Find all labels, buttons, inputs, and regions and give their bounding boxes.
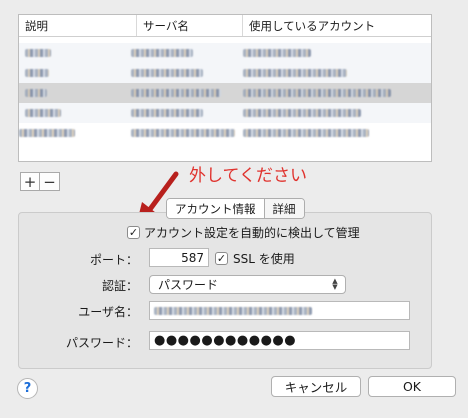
ssl-checkbox[interactable]: ✓ — [215, 252, 228, 265]
redacted-text — [243, 69, 347, 77]
username-field[interactable] — [149, 301, 410, 320]
ok-button[interactable]: OK — [368, 376, 456, 397]
redacted-text — [243, 89, 391, 97]
redacted-text — [154, 307, 312, 315]
select-arrows-icon: ▲ ▼ — [332, 277, 338, 291]
redacted-text — [243, 109, 361, 117]
redacted-text — [131, 69, 203, 77]
table-row[interactable] — [19, 123, 431, 143]
ssl-label: SSL を使用 — [233, 252, 295, 266]
ssl-row: ✓ SSL を使用 — [215, 250, 295, 267]
redacted-text — [25, 109, 61, 117]
tab-account-info[interactable]: アカウント情報 — [167, 199, 264, 218]
auth-select[interactable]: パスワード ▲ ▼ — [149, 275, 346, 294]
table-row[interactable] — [19, 103, 431, 123]
list-add-remove-controls: + − — [20, 172, 60, 191]
redacted-text — [25, 69, 49, 77]
redacted-text — [131, 109, 203, 117]
auto-manage-row: ✓ アカウント設定を自動的に検出して管理 — [127, 224, 360, 241]
auto-manage-label: アカウント設定を自動的に検出して管理 — [144, 226, 360, 240]
column-header-server-name[interactable]: サーバ名 — [137, 15, 243, 36]
password-field[interactable]: ●●●●●●●●●●●● — [149, 331, 410, 350]
smtp-server-table: 説明 サーバ名 使用しているアカウント — [18, 14, 432, 162]
password-value: ●●●●●●●●●●●● — [154, 333, 297, 348]
auth-label: 認証： — [101, 279, 138, 293]
redacted-text — [25, 89, 47, 97]
redacted-text — [131, 49, 193, 57]
tab-advanced[interactable]: 詳細 — [263, 199, 304, 218]
username-label: ユーザ名： — [78, 305, 138, 319]
column-header-account[interactable]: 使用しているアカウント — [243, 15, 431, 36]
port-field[interactable]: 587 — [149, 248, 209, 267]
redacted-text — [131, 129, 235, 137]
table-row[interactable] — [19, 43, 431, 63]
redacted-text — [243, 49, 311, 57]
annotation-text: 外してください — [189, 166, 307, 186]
password-label: パスワード： — [65, 336, 138, 350]
redacted-text — [25, 49, 51, 57]
auth-value: パスワード — [158, 278, 219, 292]
tab-segmented-control: アカウント情報 詳細 — [166, 198, 305, 219]
auto-manage-checkbox[interactable]: ✓ — [127, 226, 140, 239]
port-value: 587 — [181, 250, 204, 265]
table-header: 説明 サーバ名 使用しているアカウント — [19, 15, 431, 37]
cancel-button[interactable]: キャンセル — [271, 376, 361, 397]
help-button[interactable]: ? — [17, 378, 38, 399]
redacted-text — [19, 129, 75, 137]
table-row-selected[interactable] — [19, 83, 431, 103]
add-server-button[interactable]: + — [20, 172, 40, 191]
remove-server-button[interactable]: − — [40, 172, 60, 191]
column-header-description[interactable]: 説明 — [19, 15, 137, 36]
redacted-text — [243, 129, 369, 137]
redacted-text — [131, 89, 221, 97]
port-label: ポート： — [89, 253, 138, 267]
table-row[interactable] — [19, 63, 431, 83]
